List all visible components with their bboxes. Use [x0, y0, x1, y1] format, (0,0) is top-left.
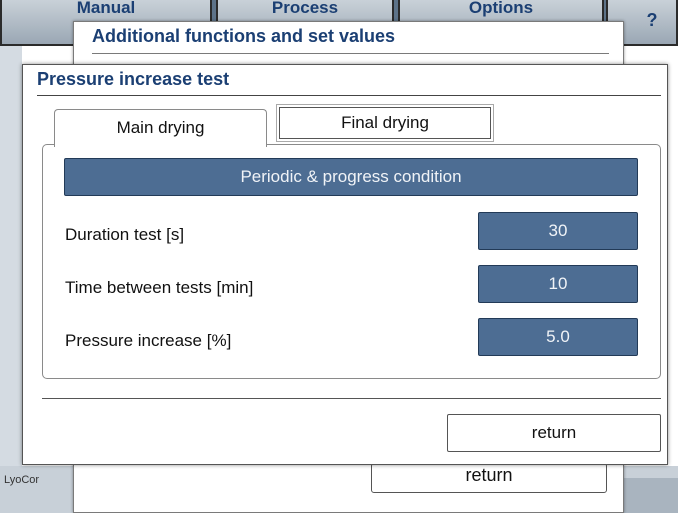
mid-dialog-divider: [92, 53, 609, 54]
mid-return-button[interactable]: return: [371, 463, 607, 493]
time-between-tests-value[interactable]: 10: [478, 265, 638, 303]
time-between-tests-label: Time between tests [min]: [65, 278, 254, 297]
duration-test-value[interactable]: 30: [478, 212, 638, 250]
dialog-title-divider: [37, 95, 661, 96]
tab-final-drying[interactable]: Final drying: [276, 104, 494, 142]
dialog-separator: [42, 398, 661, 399]
dialog-title: Pressure increase test: [37, 69, 230, 89]
duration-test-label: Duration test [s]: [65, 225, 185, 244]
mid-dialog-title: Additional functions and set values: [92, 26, 396, 46]
section-header: Periodic & progress condition: [64, 158, 638, 196]
pressure-increase-dialog: Pressure increase test Main drying Final…: [22, 64, 668, 465]
footer-label: LyoCor: [4, 474, 40, 486]
return-button[interactable]: return: [447, 414, 661, 452]
pressure-increase-label: Pressure increase [%]: [65, 331, 232, 350]
background-left-strip: [0, 46, 22, 466]
pressure-increase-value[interactable]: 5.0: [478, 318, 638, 356]
bottom-right-button[interactable]: [620, 478, 678, 513]
tab-main-drying[interactable]: Main drying: [54, 109, 267, 147]
